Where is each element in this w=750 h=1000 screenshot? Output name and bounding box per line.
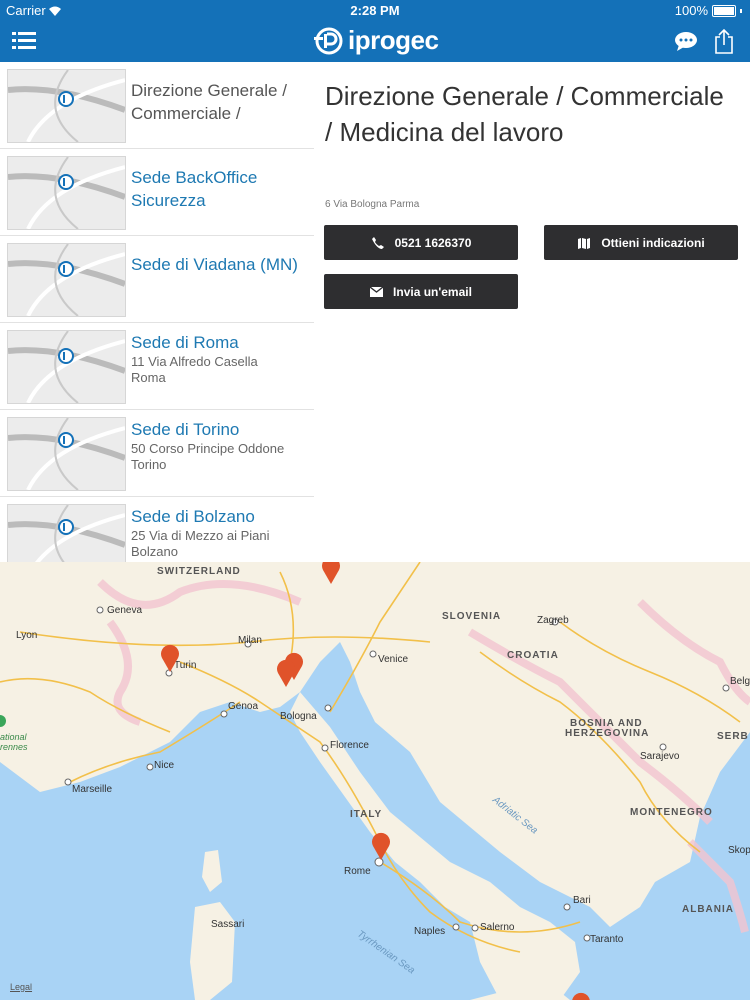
map-city-label: Genoa: [228, 701, 259, 712]
list-item[interactable]: Direzione Generale / Commerciale /: [0, 62, 314, 149]
map-country-label: ITALY: [350, 809, 383, 820]
chat-bubble-icon[interactable]: [674, 31, 698, 56]
location-title: Sede di Viadana (MN): [131, 255, 298, 274]
map-city-label: Nice: [154, 760, 175, 771]
map-park-label: ational: [0, 732, 27, 742]
map-city-label: Sassari: [211, 919, 245, 930]
map-thumbnail: [7, 330, 126, 404]
list-item[interactable]: Sede di Torino 50 Corso Principe Oddone …: [0, 410, 314, 497]
top-bar: Carrier 2:28 PM 100% iprogec: [0, 0, 750, 62]
list-item[interactable]: Sede BackOffice Sicurezza: [0, 149, 314, 236]
location-pin-icon[interactable]: [159, 642, 181, 672]
map-thumbnail: [7, 69, 126, 143]
phone-label: 0521 1626370: [394, 235, 472, 250]
map-city-label: Milan: [238, 635, 262, 646]
call-button[interactable]: 0521 1626370: [324, 225, 518, 260]
directions-label: Ottieni indicazioni: [601, 235, 705, 250]
location-address: 11 Via Alfredo Casella: [131, 354, 258, 369]
location-title: Direzione Generale / Commerciale /: [131, 81, 287, 123]
map-thumbnail: [7, 156, 126, 230]
detail-address: 6 Via Bologna Parma: [325, 199, 420, 210]
location-address: 25 Via di Mezzo ai Piani: [131, 528, 270, 543]
map-city-label: Lyon: [16, 630, 38, 641]
map-city-label: Geneva: [107, 605, 143, 616]
logo-text: iprogec: [348, 25, 439, 55]
map-country-label: ALBANIA: [682, 904, 734, 915]
location-pin-icon[interactable]: [570, 990, 592, 1000]
battery-status: 100%: [675, 3, 742, 18]
detail-title: Direzione Generale / Commerciale / Medic…: [325, 81, 724, 147]
location-title: Sede BackOffice Sicurezza: [131, 168, 258, 210]
location-title: Sede di Torino: [131, 420, 240, 439]
phone-icon: [371, 236, 384, 249]
map-city-label: Zagreb: [537, 615, 569, 626]
location-detail: Direzione Generale / Commerciale / Medic…: [314, 62, 750, 562]
logo-mark-icon: [314, 27, 343, 54]
share-icon[interactable]: [714, 28, 734, 59]
location-title: Sede di Bolzano: [131, 507, 255, 526]
location-list: Direzione Generale / Commerciale / Sede …: [0, 62, 314, 562]
map-country-label: SWITZERLAND: [157, 566, 241, 577]
map-city-label: Taranto: [590, 934, 624, 945]
map-country-label: SERB: [717, 731, 749, 742]
map-city-label: Skop: [728, 845, 750, 856]
location-title: Sede di Roma: [131, 333, 239, 352]
battery-icon: [712, 4, 736, 17]
list-item[interactable]: Sede di Roma 11 Via Alfredo Casella Roma: [0, 323, 314, 410]
map-city-label: Bologna: [280, 711, 317, 722]
list-item[interactable]: Sede di Bolzano 25 Via di Mezzo ai Piani…: [0, 497, 314, 562]
location-pin-icon[interactable]: [370, 830, 392, 860]
map-city-label: Rome: [344, 866, 371, 877]
map-country-label: HERZEGOVINA: [565, 728, 650, 739]
map-city-label: Marseille: [72, 784, 113, 795]
map-city-label: Naples: [414, 926, 446, 937]
directions-button[interactable]: Ottieni indicazioni: [544, 225, 738, 260]
map-base: [0, 562, 750, 1000]
map-city-label: Bari: [573, 895, 591, 906]
location-pin-icon[interactable]: [275, 657, 297, 687]
map-city-label: Florence: [330, 740, 369, 751]
app-logo: iprogec: [314, 25, 439, 56]
map-view[interactable]: SWITZERLAND SLOVENIA CROATIA BOSNIA AND …: [0, 562, 750, 1000]
map-city-label: Venice: [378, 654, 409, 665]
location-pin-icon[interactable]: [320, 562, 342, 584]
map-city-label: Salerno: [480, 922, 515, 933]
map-thumbnail: [7, 417, 126, 491]
email-button[interactable]: Invia un'email: [324, 274, 518, 309]
map-park-label: rennes: [0, 742, 28, 752]
location-city: Torino: [131, 457, 167, 472]
map-thumbnail: [7, 243, 126, 317]
map-city-label: Belg: [730, 676, 750, 687]
location-city: Bolzano: [131, 544, 178, 559]
map-country-label: MONTENEGRO: [630, 807, 713, 818]
map-country-label: SLOVENIA: [442, 611, 502, 622]
map-icon: [578, 237, 591, 249]
battery-percent: 100%: [674, 3, 708, 18]
legal-link[interactable]: Legal: [10, 982, 32, 992]
status-time: 2:28 PM: [350, 3, 400, 18]
location-address: 50 Corso Principe Oddone: [131, 441, 285, 456]
location-city: Roma: [131, 370, 166, 385]
map-country-label: CROATIA: [507, 650, 559, 661]
envelope-icon: [370, 286, 384, 297]
map-thumbnail: [7, 504, 126, 562]
list-item[interactable]: Sede di Viadana (MN): [0, 236, 314, 323]
list-menu-icon[interactable]: [12, 31, 36, 51]
map-city-label: Sarajevo: [640, 751, 680, 762]
email-label: Invia un'email: [393, 284, 472, 299]
